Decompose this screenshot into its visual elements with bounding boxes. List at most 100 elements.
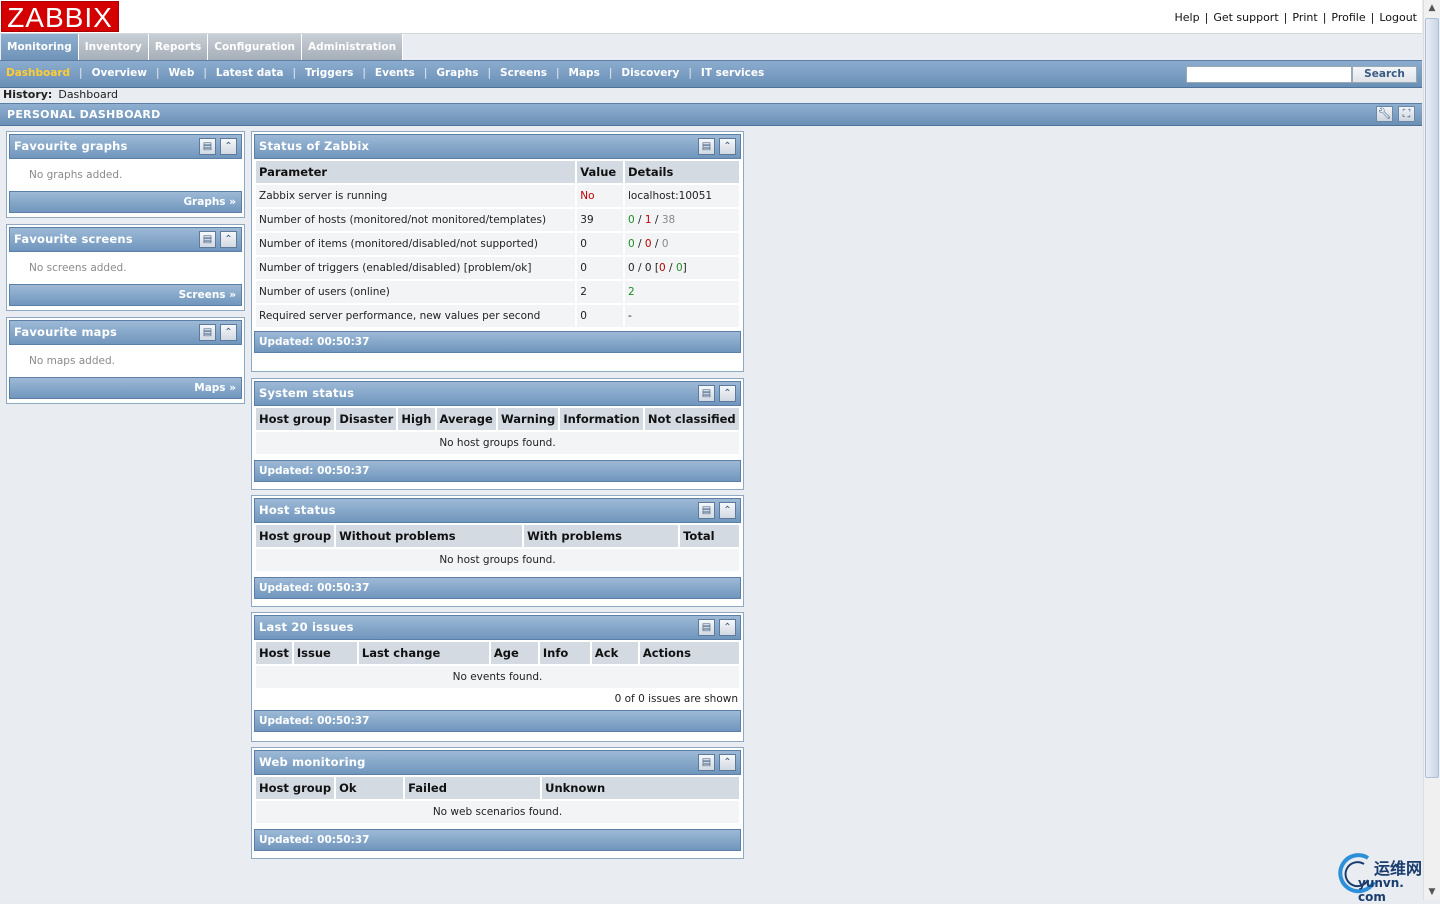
collapse-icon[interactable]: ⌃ [220,231,237,248]
page-title: PERSONAL DASHBOARD [7,108,161,121]
widget-header: Web monitoring ▤ ⌃ [254,750,741,775]
print-link[interactable]: Print [1292,11,1317,24]
menu-icon[interactable]: ▤ [698,385,715,402]
submenu-web[interactable]: Web [168,67,194,79]
menu-icon[interactable]: ▤ [698,619,715,636]
history-breadcrumb: History: Dashboard [3,88,118,101]
parameter-cell: Number of hosts (monitored/not monitored… [256,209,576,231]
sub-menu: Dashboard | Overview | Web | Latest data | Trigg… [6,67,765,79]
logout-link[interactable]: Logout [1379,11,1417,24]
profile-link[interactable]: Profile [1331,11,1365,24]
watermark-logo: 运维网 yunvn. com [1334,852,1434,904]
widget-footer: Screens » [9,284,242,306]
updated-time: Updated: 00:50:37 [259,715,370,727]
collapse-icon[interactable]: ⌃ [719,385,736,402]
column-header: Host group [256,525,335,547]
menu-icon[interactable]: ▤ [698,502,715,519]
menu-inventory[interactable]: Inventory [78,34,149,60]
table-row: Required server performance, new values … [256,305,739,327]
graphs-link[interactable]: Graphs » [183,192,236,212]
web-monitoring-table: Host group Ok Failed Unknown No web scen… [254,775,741,825]
search-button[interactable]: Search [1352,66,1417,83]
table-row: Number of triggers (enabled/disabled) [p… [256,257,739,279]
help-link[interactable]: Help [1175,11,1200,24]
system-status-table: Host group Disaster High Average Warning… [254,406,741,456]
submenu-overview[interactable]: Overview [92,67,147,79]
collapse-icon[interactable]: ⌃ [220,138,237,155]
menu-administration[interactable]: Administration [301,34,404,60]
menu-icon[interactable]: ▤ [698,138,715,155]
widget-header: Status of Zabbix ▤ ⌃ [254,134,741,159]
widget-title: Host status [259,503,336,517]
details-cell: 0 / 1 / 38 [625,209,739,231]
fullscreen-icon[interactable]: ⛶ [1398,106,1415,122]
value-cell: 2 [577,281,623,303]
submenu-latest-data[interactable]: Latest data [216,67,284,79]
collapse-icon[interactable]: ⌃ [220,324,237,341]
menu-icon[interactable]: ▤ [199,138,216,155]
column-header: Host [256,642,292,664]
widget-header: Host status ▤ ⌃ [254,498,741,523]
table-row: Number of items (monitored/disabled/not … [256,233,739,255]
submenu-dashboard[interactable]: Dashboard [6,67,70,79]
table-header-row: Host Issue Last change Age Info Ack Acti… [256,642,739,664]
collapse-icon[interactable]: ⌃ [719,138,736,155]
screens-link[interactable]: Screens » [179,285,236,305]
wrench-icon[interactable]: 🔧︎ [1376,106,1393,122]
main-menu-row: Monitoring Inventory Reports Configurati… [0,34,1422,60]
column-header: Host group [256,408,335,430]
table-header-row: Parameter Value Details [256,161,739,183]
column-header: Warning [497,408,559,430]
host-status-table: Host group Without problems With problem… [254,523,741,573]
history-item[interactable]: Dashboard [58,88,118,101]
collapse-icon[interactable]: ⌃ [719,502,736,519]
widget-header: System status ▤ ⌃ [254,381,741,406]
table-header-row: Host group Ok Failed Unknown [256,777,739,799]
updated-time: Updated: 00:50:37 [259,834,370,846]
value-cell: 0 [577,257,623,279]
empty-message: No web scenarios found. [256,801,739,823]
submenu-maps[interactable]: Maps [569,67,600,79]
parameter-cell: Number of items (monitored/disabled/not … [256,233,576,255]
favourite-maps-widget: Favourite maps ▤ ⌃ No maps added. Maps » [6,317,245,404]
submenu-discovery[interactable]: Discovery [621,67,679,79]
favourite-screens-widget: Favourite screens ▤ ⌃ No screens added. … [6,224,245,311]
menu-monitoring[interactable]: Monitoring [1,34,79,60]
submenu-events[interactable]: Events [375,67,415,79]
column-header: Issue [293,642,357,664]
issues-count: 0 of 0 issues are shown [614,693,738,705]
submenu-graphs[interactable]: Graphs [436,67,478,79]
column-header: Not classified [644,408,739,430]
menu-icon[interactable]: ▤ [698,754,715,771]
column-header: Without problems [336,525,523,547]
menu-icon[interactable]: ▤ [199,324,216,341]
maps-link[interactable]: Maps » [194,378,236,398]
column-header: Last change [358,642,489,664]
submenu-it-services[interactable]: IT services [701,67,764,79]
table-row: No host groups found. [256,549,739,571]
widget-footer: Maps » [9,377,242,399]
widget-title: Favourite screens [14,232,133,246]
column-header: Info [539,642,590,664]
scroll-up-icon[interactable]: ▲ [1424,0,1440,16]
menu-icon[interactable]: ▤ [199,231,216,248]
details-cell: 2 [625,281,739,303]
zabbix-logo[interactable]: ZABBIX [1,1,119,33]
table-header-row: Host group Disaster High Average Warning… [256,408,739,430]
column-header: Ack [591,642,638,664]
menu-configuration[interactable]: Configuration [208,34,302,60]
submenu-screens[interactable]: Screens [500,67,547,79]
favourite-graphs-widget: Favourite graphs ▤ ⌃ No graphs added. Gr… [6,131,245,218]
collapse-icon[interactable]: ⌃ [719,619,736,636]
get-support-link[interactable]: Get support [1213,11,1278,24]
search-input[interactable] [1186,66,1352,83]
page: ZABBIX Help | Get support | Print | Profile | Lo… [0,0,1422,900]
submenu-triggers[interactable]: Triggers [305,67,353,79]
details-cell: localhost:10051 [625,185,739,207]
menu-reports[interactable]: Reports [148,34,209,60]
scrollbar-thumb[interactable] [1425,18,1439,778]
vertical-scrollbar[interactable]: ▲ ▼ [1423,0,1440,900]
collapse-icon[interactable]: ⌃ [719,754,736,771]
details-cell: 0 / 0 / 0 [625,233,739,255]
parameter-cell: Required server performance, new values … [256,305,576,327]
